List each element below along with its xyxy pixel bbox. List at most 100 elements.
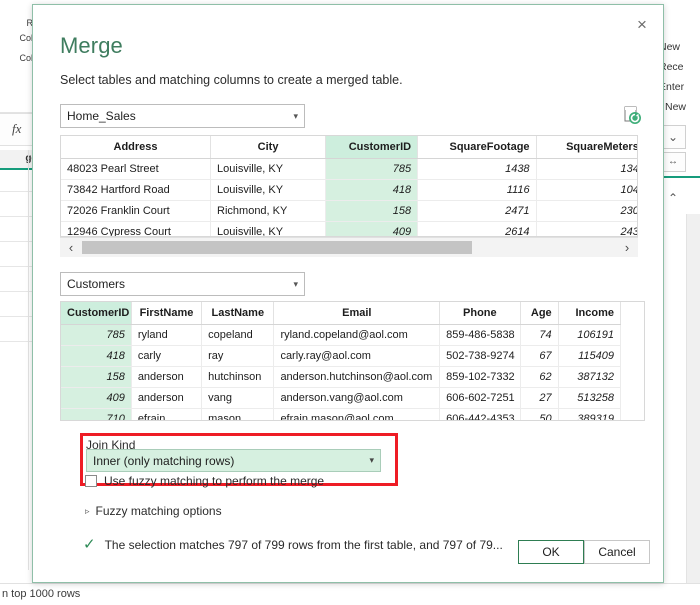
table-cell: 606-442-4353 — [439, 408, 521, 420]
table-cell: Louisville, KY — [210, 221, 327, 236]
table-cell: anderson.vang@aol.com — [273, 387, 441, 409]
table-row[interactable]: 418 carly ray carly.ray@aol.com 502-738-9274… — [61, 345, 622, 367]
table-cell: 158 — [61, 366, 132, 388]
table-cell: 1438 — [417, 158, 537, 180]
table-cell: Richmond, KY — [210, 200, 327, 222]
column-header[interactable]: Email — [273, 302, 441, 325]
first-table-selected-value: Home_Sales — [67, 109, 136, 123]
selection-status: ✓ The selection matches 797 of 799 rows … — [83, 537, 503, 552]
scrollbar-thumb[interactable] — [82, 241, 472, 254]
table-cell: 859-102-7332 — [439, 366, 521, 388]
table-row[interactable]: 12946 Cypress Court Louisville, KY 409 2614… — [61, 221, 637, 236]
table-cell: copeland — [201, 324, 275, 346]
table-cell: ryland — [131, 324, 203, 346]
table-row[interactable]: 158 anderson hutchinson anderson.hutchinson… — [61, 366, 622, 388]
table-cell: 409 — [61, 387, 132, 409]
join-kind-dropdown[interactable]: Inner (only matching rows) ▾ — [86, 449, 381, 472]
column-header[interactable]: SquareFootage — [417, 136, 537, 159]
check-icon: ✓ — [83, 536, 96, 553]
merge-dialog: × Merge Select tables and matching colum… — [32, 4, 664, 583]
column-header[interactable]: CustomerID — [325, 136, 419, 159]
table-cell: 243 — [536, 221, 637, 236]
table-row[interactable]: 710 efrain mason efrain.mason@aol.com 606-44… — [61, 408, 622, 420]
chevron-down-icon: ⌄ — [667, 130, 679, 144]
status-bar-text: n top 1000 rows — [2, 588, 81, 600]
table-cell: 12946 Cypress Court — [61, 221, 212, 236]
dialog-subtitle: Select tables and matching columns to cr… — [60, 73, 403, 87]
fuzzy-matching-label: Use fuzzy matching to perform the merge — [104, 474, 325, 488]
table-row[interactable]: 73842 Hartford Road Louisville, KY 418 1116… — [61, 179, 637, 201]
table-row[interactable]: 785 ryland copeland ryland.copeland@aol.com… — [61, 324, 622, 346]
table-cell: efrain — [131, 408, 203, 420]
table-cell: 104 — [536, 179, 637, 201]
table-cell: 387132 — [558, 366, 622, 388]
first-table-horizontal-scrollbar[interactable]: ‹ › — [60, 237, 638, 257]
chevron-up-icon: ⌃ — [667, 191, 679, 205]
refresh-preview-icon[interactable] — [621, 104, 643, 126]
second-table-preview-grid: CustomerID FirstName LastName Email Phone Age… — [60, 301, 645, 421]
table-cell: 67 — [520, 345, 559, 367]
chevron-down-icon: ▾ — [369, 455, 374, 465]
cancel-button[interactable]: Cancel — [584, 540, 650, 564]
table-cell: 785 — [325, 158, 419, 180]
table-cell: 50 — [520, 408, 559, 420]
table-cell: Louisville, KY — [210, 179, 327, 201]
table-cell: anderson — [131, 366, 203, 388]
table-cell: 785 — [61, 324, 132, 346]
fuzzy-matching-options-expander[interactable]: ▹ Fuzzy matching options — [85, 504, 222, 518]
table-cell: 389319 — [558, 408, 622, 420]
chevron-down-icon: ▾ — [293, 278, 298, 289]
second-table-dropdown[interactable]: Customers ▾ — [60, 272, 305, 296]
table-cell: 106191 — [558, 324, 622, 346]
table-cell: 409 — [325, 221, 419, 236]
table-cell: carly — [131, 345, 203, 367]
fuzzy-matching-checkbox[interactable] — [85, 475, 97, 487]
table-cell: 48023 Pearl Street — [61, 158, 212, 180]
column-header[interactable]: Phone — [439, 302, 521, 325]
table-cell: 115409 — [558, 345, 622, 367]
table-row[interactable]: 48023 Pearl Street Louisville, KY 785 1438 1… — [61, 158, 637, 180]
table-cell: 230 — [536, 200, 637, 222]
table-cell: hutchinson — [201, 366, 275, 388]
column-header[interactable]: FirstName — [131, 302, 203, 325]
triangle-right-icon: ▹ — [85, 505, 90, 516]
column-header[interactable]: Address — [61, 136, 212, 159]
queries-pane-item-3[interactable]: New — [665, 101, 686, 113]
status-bar: n top 1000 rows — [0, 583, 700, 605]
fuzzy-matching-checkbox-row[interactable]: Use fuzzy matching to perform the merge — [85, 474, 324, 488]
column-header[interactable]: LastName — [201, 302, 275, 325]
table-cell: Louisville, KY — [210, 158, 327, 180]
column-header[interactable]: SquareMeters — [536, 136, 637, 159]
table-cell: mason — [201, 408, 275, 420]
table-cell: efrain.mason@aol.com — [273, 408, 441, 420]
scrollbar-track[interactable] — [82, 241, 616, 254]
table-cell: anderson — [131, 387, 203, 409]
column-header[interactable]: CustomerID — [61, 302, 132, 325]
column-header[interactable]: Income — [558, 302, 622, 325]
scroll-left-arrow-icon[interactable]: ‹ — [60, 240, 82, 255]
column-header[interactable]: City — [210, 136, 327, 159]
table-cell: 606-602-7251 — [439, 387, 521, 409]
table-cell: 62 — [520, 366, 559, 388]
grid-column-divider — [28, 150, 29, 570]
second-table-selected-value: Customers — [67, 277, 126, 291]
table-cell: ryland.copeland@aol.com — [273, 324, 441, 346]
table-cell: 27 — [520, 387, 559, 409]
join-kind-selected-value: Inner (only matching rows) — [93, 453, 235, 468]
table-cell: 418 — [325, 179, 419, 201]
table-row[interactable]: 72026 Franklin Court Richmond, KY 158 2471 2… — [61, 200, 637, 222]
page-title: Merge — [60, 33, 123, 58]
chevron-down-icon: ▾ — [293, 110, 298, 121]
selection-status-text: The selection matches 797 of 799 rows fr… — [104, 537, 503, 552]
table-cell: 158 — [325, 200, 419, 222]
first-table-dropdown[interactable]: Home_Sales ▾ — [60, 104, 305, 128]
close-icon[interactable]: × — [625, 9, 659, 39]
column-header[interactable]: Age — [520, 302, 559, 325]
formula-fx-icon: fx — [12, 121, 22, 136]
scroll-right-arrow-icon[interactable]: › — [616, 240, 638, 255]
ok-button[interactable]: OK — [518, 540, 584, 564]
fuzzy-matching-options-label: Fuzzy matching options — [95, 504, 222, 518]
table-row[interactable]: 409 anderson vang anderson.vang@aol.com 606-… — [61, 387, 622, 409]
table-cell: 2471 — [417, 200, 537, 222]
vertical-scrollbar[interactable] — [686, 214, 700, 583]
